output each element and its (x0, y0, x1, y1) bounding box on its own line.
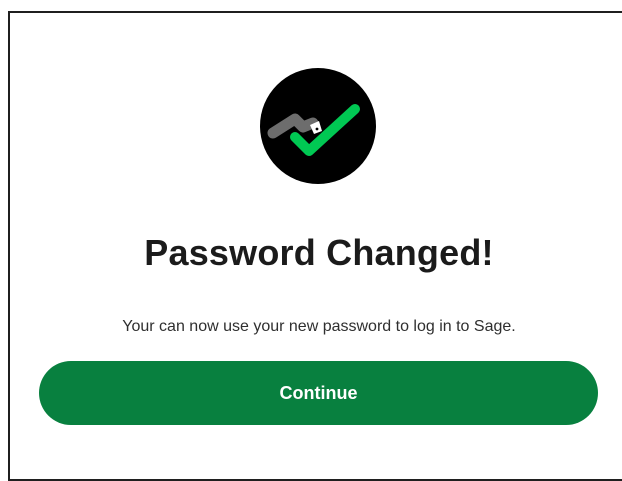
success-check-icon (259, 67, 377, 185)
password-changed-dialog: Password Changed! Your can now use your … (8, 11, 622, 481)
page-title: Password Changed! (144, 232, 494, 273)
confirmation-message: Your can now use your new password to lo… (122, 318, 516, 335)
continue-button[interactable]: Continue (39, 361, 598, 425)
